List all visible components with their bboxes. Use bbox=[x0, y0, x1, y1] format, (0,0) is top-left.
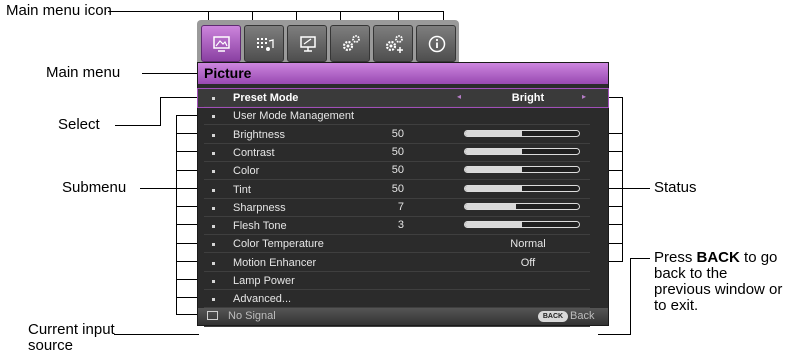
bullet-icon bbox=[212, 280, 215, 283]
tab-audio-settings[interactable] bbox=[244, 25, 284, 62]
submenu-item-label: Contrast bbox=[233, 146, 275, 159]
level-slider[interactable] bbox=[464, 166, 580, 174]
submenu-item[interactable]: Brightness 50 bbox=[198, 126, 608, 144]
press-back-pre: Press bbox=[654, 249, 693, 266]
submenu-item[interactable]: Preset Mode Bright ◂ ▸ bbox=[197, 88, 609, 108]
submenu-item-label: Color Temperature bbox=[233, 238, 324, 251]
submenu-item-value: Bright bbox=[511, 92, 545, 104]
display-icon bbox=[300, 36, 316, 52]
back-label: Back bbox=[570, 310, 595, 322]
picture-menu-panel: Picture Preset Mode Bright ◂ ▸ User Mode Man… bbox=[197, 62, 609, 327]
submenu-item-label: Tint bbox=[233, 183, 251, 196]
bullet-icon bbox=[212, 151, 215, 155]
level-slider[interactable] bbox=[464, 184, 580, 192]
level-fill bbox=[465, 203, 517, 209]
submenu-item-number: 50 bbox=[391, 145, 404, 158]
input-source-status: No Signal bbox=[228, 310, 276, 322]
press-back-bold: BACK bbox=[696, 249, 740, 266]
information-icon bbox=[428, 35, 446, 53]
bullet-icon bbox=[212, 225, 215, 229]
bullet-icon bbox=[212, 115, 215, 119]
bullet-icon bbox=[212, 188, 215, 192]
level-fill bbox=[465, 222, 522, 228]
menu-footer: No Signal BACK Back bbox=[198, 308, 608, 325]
tab-system-setup[interactable] bbox=[330, 25, 370, 62]
submenu-item-number: 7 bbox=[397, 200, 404, 213]
main-menu-tab-bar bbox=[197, 20, 459, 64]
submenu-item-number: 3 bbox=[397, 219, 404, 232]
submenu-item[interactable]: Motion Enhancer Off bbox=[198, 254, 608, 272]
submenu-item[interactable]: Color Temperature Normal bbox=[198, 235, 608, 254]
advanced-setup-icon bbox=[385, 35, 403, 53]
bullet-icon bbox=[212, 133, 215, 137]
tab-advanced-setup[interactable] bbox=[373, 25, 413, 62]
level-slider[interactable] bbox=[464, 129, 580, 137]
arrow-right-icon[interactable]: ▸ bbox=[582, 92, 586, 101]
bullet-icon bbox=[212, 206, 215, 210]
submenu-item-number: 50 bbox=[391, 127, 404, 140]
submenu-item-label: Flesh Tone bbox=[233, 220, 287, 233]
submenu-item-number: 50 bbox=[391, 164, 404, 177]
callout-select: Select bbox=[58, 116, 100, 133]
menu-title: Picture bbox=[204, 65, 252, 81]
submenu-item-label: Color bbox=[233, 165, 260, 178]
submenu-item-value: Off bbox=[520, 256, 536, 269]
system-setup-icon bbox=[342, 35, 360, 52]
submenu-item[interactable]: User Mode Management bbox=[198, 107, 608, 126]
level-slider[interactable] bbox=[464, 202, 580, 210]
submenu-item[interactable]: Flesh Tone 3 bbox=[198, 217, 608, 236]
submenu-item[interactable]: Color 50 bbox=[198, 162, 608, 181]
submenu-item[interactable]: Advanced... bbox=[198, 290, 608, 309]
callout-submenu: Submenu bbox=[62, 179, 127, 196]
submenu-item-label: Advanced... bbox=[233, 293, 292, 306]
level-fill bbox=[465, 167, 522, 173]
picture-icon bbox=[213, 36, 230, 52]
callout-main-menu-icon: Main menu icon bbox=[6, 2, 112, 19]
bullet-icon bbox=[212, 97, 215, 100]
tab-information[interactable] bbox=[416, 25, 456, 62]
bullet-icon bbox=[212, 170, 215, 174]
submenu-item[interactable]: Sharpness 7 bbox=[198, 199, 608, 217]
callout-status: Status bbox=[654, 179, 697, 196]
submenu-item-label: Preset Mode bbox=[233, 92, 299, 104]
submenu-item-label: Motion Enhancer bbox=[233, 256, 317, 269]
bullet-icon bbox=[212, 298, 215, 302]
callout-main-menu: Main menu bbox=[46, 64, 121, 81]
submenu-item-label: Lamp Power bbox=[233, 275, 295, 287]
submenu-item[interactable]: Lamp Power bbox=[198, 272, 608, 290]
tab-display[interactable] bbox=[287, 25, 327, 62]
submenu-item-value: Normal bbox=[510, 238, 546, 251]
level-fill bbox=[465, 148, 522, 154]
submenu-item-number: 50 bbox=[391, 182, 404, 195]
menu-header: Picture bbox=[198, 63, 608, 84]
submenu-item[interactable]: Tint 50 bbox=[198, 181, 608, 199]
callout-press-back: Press BACK to go back to the previous wi… bbox=[654, 250, 786, 314]
level-fill bbox=[465, 130, 522, 136]
bullet-icon bbox=[212, 261, 215, 265]
tab-picture[interactable] bbox=[201, 25, 241, 62]
submenu-item-label: Sharpness bbox=[233, 201, 286, 214]
bullet-icon bbox=[212, 243, 215, 247]
level-slider[interactable] bbox=[464, 147, 580, 155]
submenu-item[interactable]: Contrast 50 bbox=[198, 144, 608, 162]
submenu-item-label: User Mode Management bbox=[233, 110, 355, 123]
back-button[interactable]: BACK bbox=[538, 311, 568, 322]
callout-current-input-source: Current input source bbox=[28, 321, 115, 354]
level-slider[interactable] bbox=[464, 221, 580, 229]
submenu-item-label: Brightness bbox=[233, 128, 285, 141]
audio-settings-icon bbox=[257, 38, 274, 51]
level-fill bbox=[465, 185, 522, 191]
arrow-left-icon[interactable]: ◂ bbox=[457, 92, 461, 101]
input-source-icon bbox=[207, 311, 218, 320]
